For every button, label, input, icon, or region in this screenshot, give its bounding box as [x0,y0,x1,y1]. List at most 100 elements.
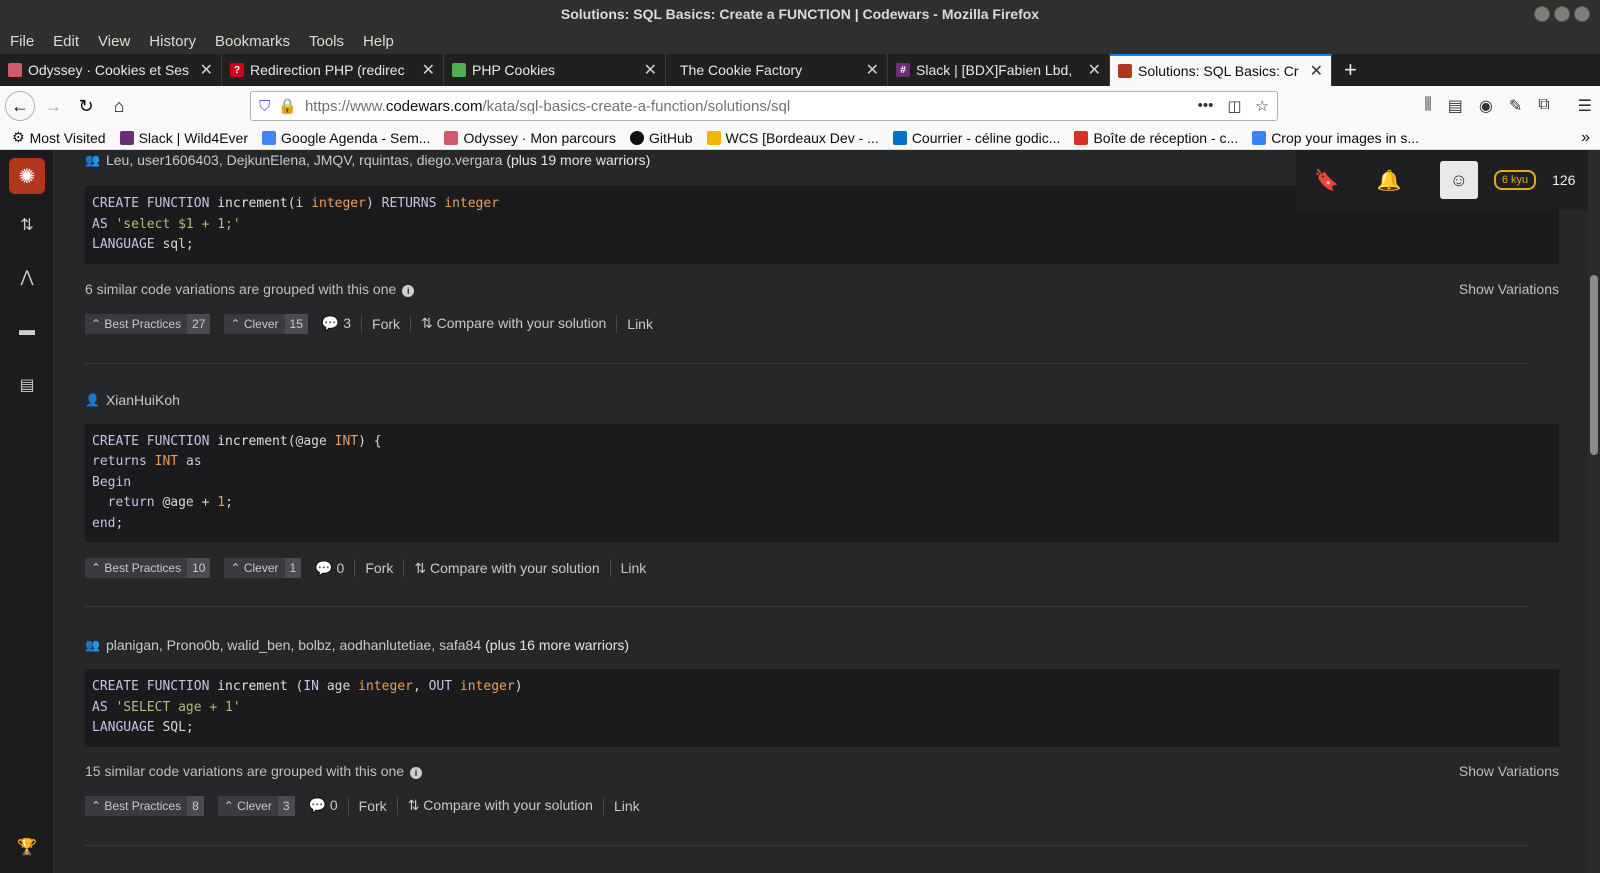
more-warriors[interactable]: (plus 19 more warriors) [506,152,650,168]
hamburger-menu-icon[interactable]: ☰ [1578,96,1592,116]
comments-link[interactable]: 💬 0 [315,560,344,577]
author-names[interactable]: XianHuiKoh [106,392,180,408]
bookmark-label: Slack | Wild4Ever [138,129,249,146]
tab-redirection-php[interactable]: ? Redirection PHP (redirec ✕ [222,54,444,86]
bookmark-boite-reception[interactable]: Boîte de réception - c... [1074,130,1238,146]
permalink[interactable]: Link [627,316,653,332]
new-tab-button[interactable]: + [1332,54,1369,86]
bookmark-github[interactable]: GitHub [629,130,693,146]
library-icon[interactable]: ⫼ [1424,96,1431,116]
bookmark-most-visited[interactable]: ⚙ Most Visited [12,129,106,146]
scrollbar[interactable] [1588,150,1600,873]
best-practices-vote-button[interactable]: ⌃ Best Practices 8 [85,795,204,816]
home-icon[interactable]: ⌂ [104,91,134,121]
menu-edit[interactable]: Edit [53,33,79,50]
compare-link[interactable]: ⇅ Compare with your solution [421,315,606,332]
menu-tools[interactable]: Tools [309,33,344,50]
close-icon[interactable]: ✕ [422,60,435,80]
lock-icon[interactable]: 🔒 [278,97,297,115]
trophy-icon[interactable]: 🏆 [12,832,42,862]
bookmark-label: Courrier - céline godic... [911,129,1061,146]
close-window-button[interactable] [1574,6,1590,22]
tab-cookie-factory[interactable]: The Cookie Factory ✕ [666,54,888,86]
info-icon[interactable]: i [410,766,423,779]
avatar[interactable]: ☺ [1439,161,1478,199]
tab-php-cookies[interactable]: PHP Cookies ✕ [444,54,666,86]
fork-icon[interactable]: ⋀ [12,262,42,292]
comments-link[interactable]: 💬 0 [309,797,338,814]
bookmark-courrier[interactable]: Courrier - céline godic... [892,129,1061,146]
author-names[interactable]: planigan, Prono0b, walid_ben, bolbz, aod… [106,637,481,653]
bookmark-icon[interactable]: 🔖 [1314,168,1339,193]
back-arrow-icon[interactable]: ← [5,91,35,121]
eyedropper-icon[interactable]: ✎ [1509,96,1522,116]
url-bar[interactable]: ⛉ 🔒 https://www. codewars.com/kata/sql-ba… [250,91,1278,121]
page-actions-icon[interactable]: ••• [1198,97,1214,115]
rank-badge[interactable]: 6 kyu [1493,170,1537,190]
menu-bookmarks[interactable]: Bookmarks [215,33,290,50]
tab-title: Slack | [BDX]Fabien Lbd, [916,62,1073,78]
codewars-logo-icon[interactable]: ✺ [9,158,45,194]
close-icon[interactable]: ✕ [866,60,879,80]
clever-vote-button[interactable]: ⌃ Clever 3 [217,795,295,816]
best-practices-vote-button[interactable]: ⌃ Best Practices 10 [85,558,211,578]
reload-icon[interactable]: ↻ [71,91,101,121]
fork-link[interactable]: Fork [359,798,387,814]
bookmark-wcs[interactable]: WCS [Bordeaux Dev - ... [706,130,879,146]
fork-link[interactable]: Fork [372,316,400,332]
pull-request-icon[interactable]: ⇅ [12,210,42,240]
compare-label: Compare with your solution [436,315,607,331]
compare-link[interactable]: ⇅ Compare with your solution [408,797,593,814]
maximize-button[interactable] [1554,6,1570,22]
sidebar-icon[interactable]: ▤ [1448,96,1463,116]
account-icon[interactable]: ◉ [1479,96,1493,116]
scrollbar-thumb[interactable] [1590,275,1598,455]
more-warriors[interactable]: (plus 16 more warriors) [485,637,629,653]
menu-history[interactable]: History [149,33,196,50]
compare-link[interactable]: ⇅ Compare with your solution [414,560,599,577]
close-icon[interactable]: ✕ [200,60,213,80]
pocket-icon[interactable]: ◫ [1227,97,1241,115]
slack-favicon-icon: # [896,63,910,77]
document-icon[interactable]: ▤ [12,370,42,400]
extension-icon[interactable]: ⧉ [1538,96,1549,116]
chevron-double-right-icon[interactable]: » [1581,129,1590,147]
honor-count[interactable]: 126 [1552,172,1575,188]
odyssey-favicon-icon [8,63,22,77]
menu-file[interactable]: File [10,33,34,50]
forward-arrow-icon[interactable]: → [38,91,68,121]
comment-count: 0 [336,559,345,576]
show-variations-link[interactable]: Show Variations [1459,281,1559,297]
bookmark-odyssey[interactable]: Odyssey · Mon parcours [444,130,616,146]
close-icon[interactable]: ✕ [644,60,657,80]
author-names[interactable]: Leu, user1606403, DejkunElena, JMQV, rqu… [106,152,502,168]
bookmark-google-agenda[interactable]: Google Agenda - Sem... [262,130,430,146]
menu-help[interactable]: Help [363,33,394,50]
tab-odyssey-cookies[interactable]: Odyssey · Cookies et Ses ✕ [0,54,222,86]
shield-icon[interactable]: ⛉ [259,98,270,115]
divider [347,796,349,815]
tab-slack[interactable]: # Slack | [BDX]Fabien Lbd, ✕ [888,54,1110,86]
tab-codewars-solutions[interactable]: Solutions: SQL Basics: Cr ✕ [1110,54,1332,86]
star-bookmark-icon[interactable]: ☆ [1256,97,1269,115]
show-variations-link[interactable]: Show Variations [1459,763,1559,779]
bookmark-slack[interactable]: Slack | Wild4Ever [119,129,249,146]
clever-vote-button[interactable]: ⌃ Clever 1 [224,558,302,578]
permalink[interactable]: Link [621,560,647,576]
permalink[interactable]: Link [614,798,640,814]
info-icon[interactable]: i [402,284,415,297]
variations-text: 15 similar code variations are grouped w… [85,762,405,779]
clever-vote-button[interactable]: ⌃ Clever 15 [224,313,308,334]
menu-view[interactable]: View [98,33,130,50]
solutions-list: 👥 Leu, user1606403, DejkunElena, JMQV, r… [85,150,1559,846]
bookmark-crop-images[interactable]: Crop your images in s... [1252,130,1419,146]
chat-icon[interactable]: ▬ [12,316,42,346]
close-icon[interactable]: ✕ [1088,60,1101,80]
close-icon[interactable]: ✕ [1310,61,1323,81]
bell-icon[interactable]: 🔔 [1377,168,1402,193]
comments-link[interactable]: 💬 3 [322,315,351,332]
best-practices-vote-button[interactable]: ⌃ Best Practices 27 [85,313,211,334]
fork-link[interactable]: Fork [365,560,393,576]
bookmark-label: Crop your images in s... [1271,129,1420,146]
minimize-button[interactable] [1534,6,1550,22]
